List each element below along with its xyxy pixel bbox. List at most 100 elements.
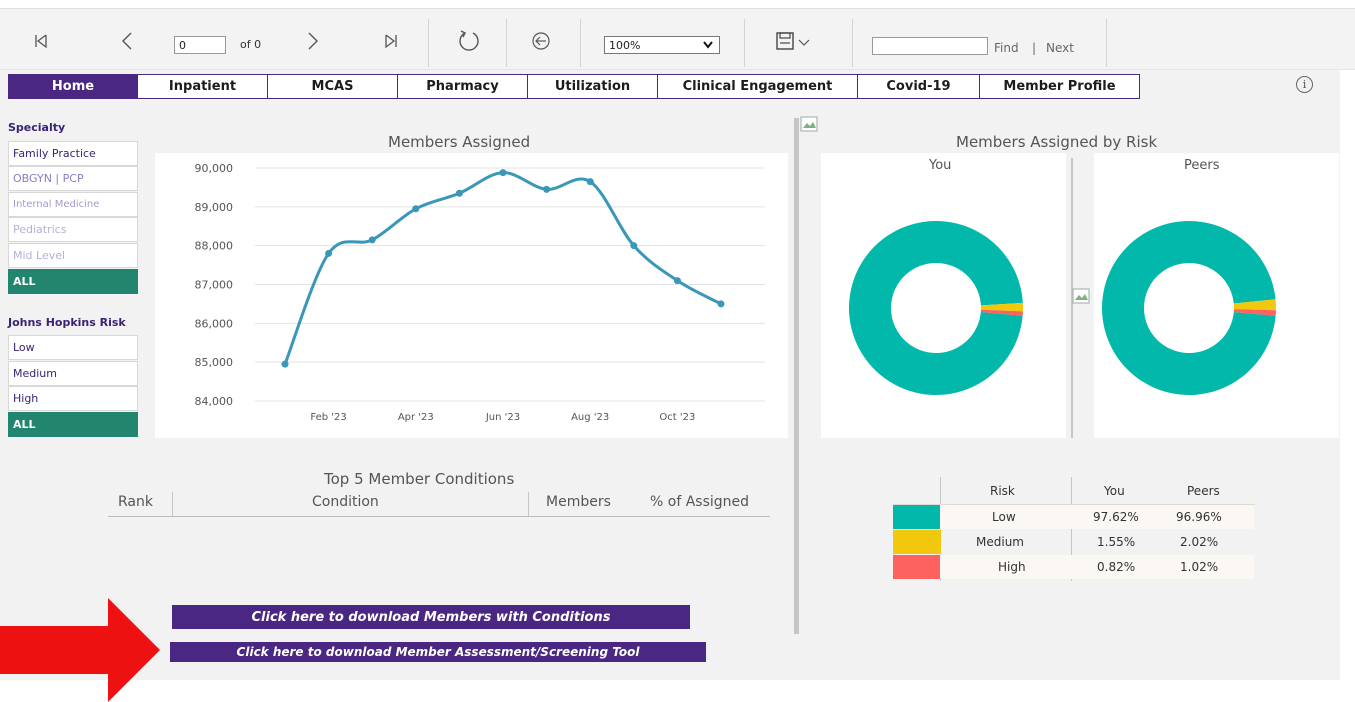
members-chart-panel: 84,000 85,000 86,000 87,000 88,000 89,000 90,0…	[155, 153, 788, 438]
next-link[interactable]: Next	[1046, 41, 1074, 55]
risk-table-header-you: You	[1104, 484, 1125, 498]
x-tick-label: Jun '23	[485, 412, 520, 423]
x-tick-label: Aug '23	[571, 412, 609, 423]
zoom-value: 100%	[609, 38, 641, 52]
table-row: Low 97.62% 96.96%	[940, 505, 1254, 529]
info-icon[interactable]: i	[1296, 76, 1313, 93]
find-separator: |	[1032, 41, 1037, 55]
tab-utilization[interactable]: Utilization	[528, 74, 658, 99]
y-tick-label: 89,000	[195, 201, 234, 214]
back-circle-icon[interactable]	[530, 31, 552, 51]
y-tick-label: 90,000	[195, 162, 234, 175]
x-tick-label: Apr '23	[398, 412, 434, 423]
x-tick-label: Oct '23	[659, 412, 695, 423]
tab-home[interactable]: Home	[8, 74, 138, 99]
filter-family-practice[interactable]: Family Practice	[8, 141, 138, 166]
you-cell: 0.82%	[1097, 560, 1136, 574]
you-donut-chart	[849, 220, 1023, 395]
tab-covid-19[interactable]: Covid-19	[858, 74, 980, 99]
risk-swatch-medium	[893, 530, 941, 554]
risk-swatch-low	[893, 505, 941, 529]
save-icon[interactable]	[772, 31, 822, 51]
report-viewer: of 0 100% Find | Next Ho	[0, 0, 1355, 702]
y-tick-label: 86,000	[195, 317, 234, 330]
toolbar-divider	[852, 19, 853, 67]
next-page-icon[interactable]	[302, 31, 324, 51]
download-assessment-tool-button[interactable]: Click here to download Member Assessment…	[170, 642, 706, 662]
toolbar-divider	[506, 19, 507, 67]
data-point[interactable]	[368, 236, 376, 244]
panel-divider	[794, 118, 799, 634]
conditions-col-rank: Rank	[118, 494, 153, 510]
first-page-icon[interactable]	[30, 31, 52, 51]
arrow-shape	[0, 598, 160, 702]
risk-table-header-peers: Peers	[1187, 484, 1220, 498]
data-point[interactable]	[673, 277, 681, 285]
filter-risk-medium[interactable]: Medium	[8, 361, 138, 386]
data-point[interactable]	[630, 242, 638, 250]
find-link[interactable]: Find	[994, 41, 1019, 55]
report-tabs: Home Inpatient MCAS Pharmacy Utilization…	[8, 74, 1140, 99]
peers-cell: 1.02%	[1180, 560, 1219, 574]
risk-swatch-high	[893, 555, 941, 579]
filter-mid-level[interactable]: Mid Level	[8, 243, 138, 268]
previous-page-icon[interactable]	[116, 31, 138, 51]
x-tick-label: Feb '23	[310, 412, 346, 423]
data-point[interactable]	[455, 189, 463, 197]
risk-filter-title: Johns Hopkins Risk	[8, 316, 126, 329]
page-number-input[interactable]	[174, 36, 226, 54]
data-point[interactable]	[412, 205, 420, 213]
peers-donut-chart	[1102, 220, 1276, 395]
tab-member-profile[interactable]: Member Profile	[980, 74, 1140, 99]
last-page-icon[interactable]	[380, 31, 402, 51]
filter-risk-low[interactable]: Low	[8, 335, 138, 360]
y-tick-label: 88,000	[195, 240, 234, 253]
y-tick-label: 84,000	[195, 395, 234, 408]
page-count-label: of 0	[240, 38, 262, 51]
chevron-down-icon	[703, 41, 713, 49]
data-point[interactable]	[543, 185, 551, 193]
risk-cell: High	[998, 560, 1026, 574]
filter-risk-high[interactable]: High	[8, 386, 138, 411]
members-series-line	[283, 171, 722, 365]
table-row: High 0.82% 1.02%	[940, 555, 1254, 579]
members-chart-title: Members Assigned	[388, 133, 531, 151]
peers-cell: 2.02%	[1180, 535, 1219, 549]
data-point[interactable]	[586, 178, 594, 186]
tab-inpatient[interactable]: Inpatient	[138, 74, 268, 99]
report-toolbar: of 0 100% Find | Next	[0, 8, 1355, 70]
table-row: Medium 1.55% 2.02%	[940, 530, 1254, 554]
tab-clinical-engagement[interactable]: Clinical Engagement	[658, 74, 858, 99]
download-members-with-conditions-button[interactable]: Click here to download Members with Cond…	[172, 605, 690, 629]
risk-cell: Low	[992, 510, 1016, 524]
specialty-title: Specialty	[8, 121, 66, 134]
risk-chart-title: Members Assigned by Risk	[956, 133, 1158, 151]
filter-internal-medicine[interactable]: Internal Medicine	[8, 192, 138, 217]
red-arrow-annotation	[0, 598, 160, 702]
data-point[interactable]	[281, 360, 289, 368]
data-point[interactable]	[325, 249, 333, 257]
risk-table-header-risk: Risk	[990, 484, 1015, 498]
toolbar-divider	[744, 19, 745, 67]
refresh-icon[interactable]	[456, 28, 482, 54]
tab-mcas[interactable]: MCAS	[268, 74, 398, 99]
conditions-col-members: Members	[546, 494, 611, 510]
zoom-select[interactable]: 100%	[604, 36, 720, 54]
data-point[interactable]	[499, 169, 507, 177]
filter-pediatrics[interactable]: Pediatrics	[8, 217, 138, 242]
risk-cell: Medium	[976, 535, 1024, 549]
you-donut-label: You	[929, 158, 952, 173]
members-line-chart: 84,000 85,000 86,000 87,000 88,000 89,000 90,0…	[195, 162, 765, 423]
toolbar-divider	[1106, 19, 1107, 67]
conditions-title: Top 5 Member Conditions	[324, 470, 515, 488]
you-cell: 1.55%	[1097, 535, 1136, 549]
find-input[interactable]	[872, 37, 988, 55]
you-cell: 97.62%	[1093, 510, 1139, 524]
tab-pharmacy[interactable]: Pharmacy	[398, 74, 528, 99]
data-point[interactable]	[717, 300, 725, 308]
filter-risk-all[interactable]: ALL	[8, 412, 138, 437]
peers-cell: 96.96%	[1176, 510, 1222, 524]
you-donut-panel: You	[821, 153, 1066, 438]
filter-obgyn-pcp[interactable]: OBGYN | PCP	[8, 166, 138, 191]
filter-specialty-all[interactable]: ALL	[8, 269, 138, 294]
